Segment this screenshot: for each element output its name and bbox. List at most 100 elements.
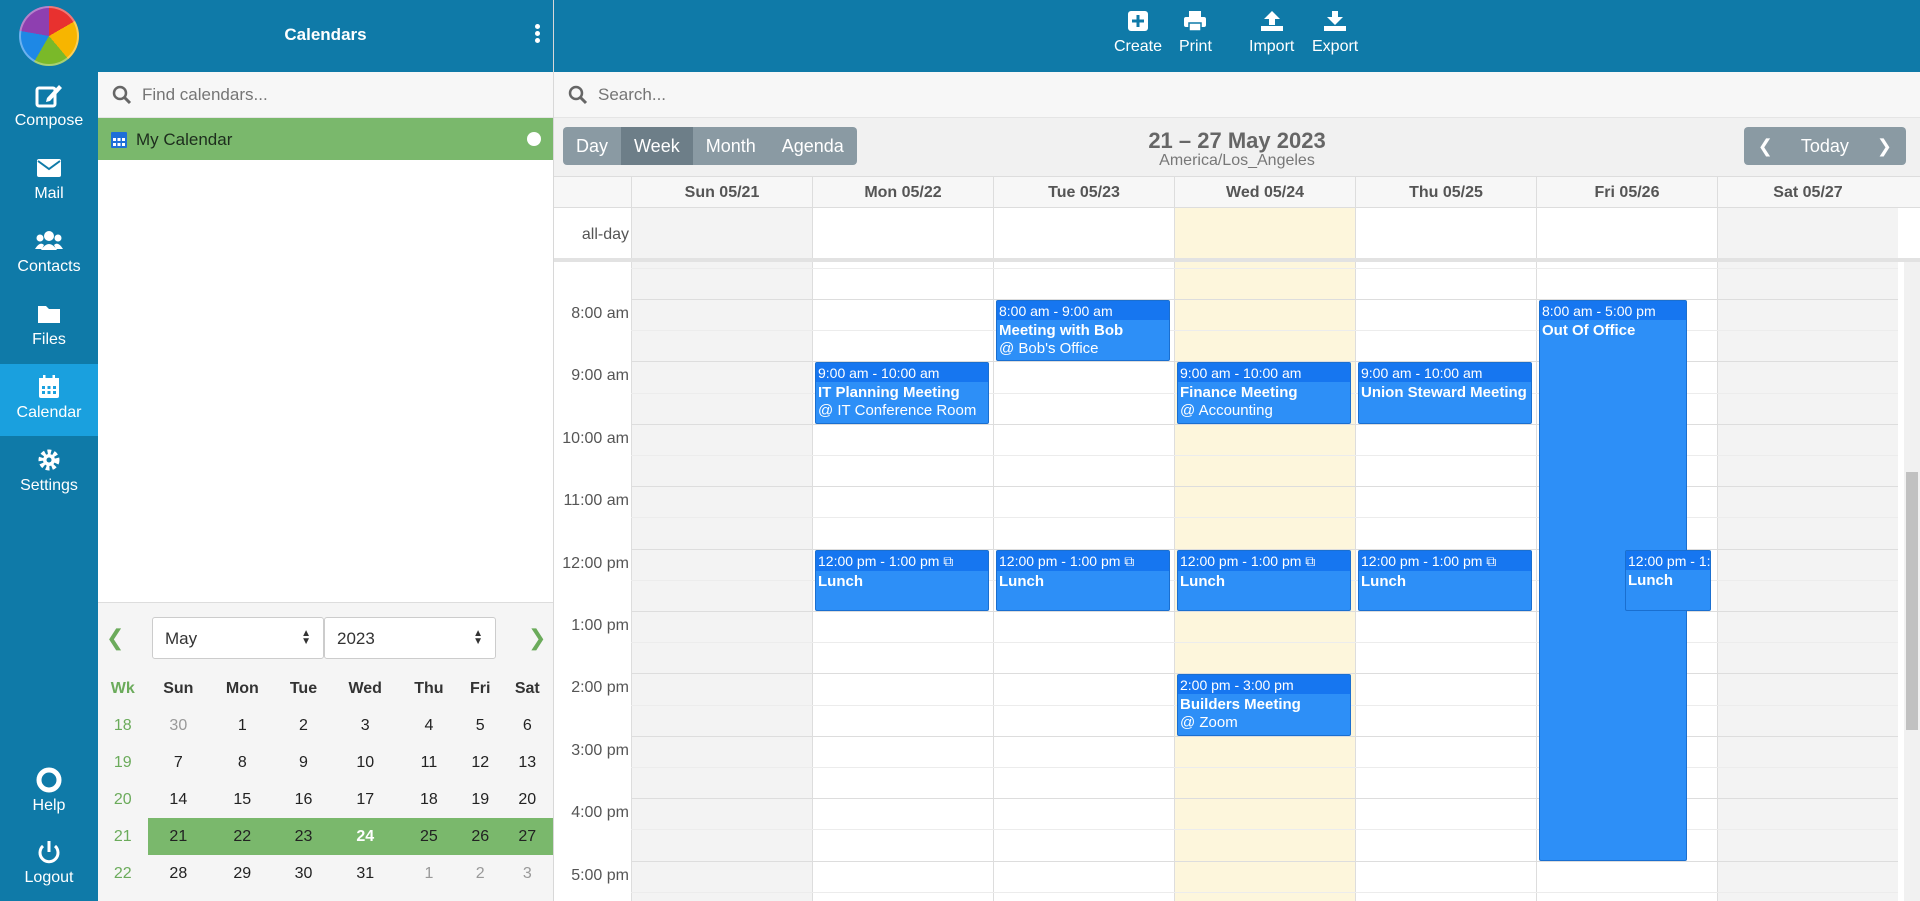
calendar-event[interactable]: 9:00 am - 10:00 am Finance Meeting @ Accou… — [1177, 362, 1351, 424]
mini-day[interactable]: 1 — [209, 707, 276, 744]
next-month-icon[interactable]: ❯ — [528, 625, 546, 651]
mini-day[interactable]: 5 — [459, 707, 502, 744]
mini-day[interactable]: 10 — [331, 744, 399, 781]
day-column[interactable] — [631, 262, 812, 901]
nav-calendar[interactable]: Calendar — [0, 364, 98, 436]
today-button[interactable]: Today — [1787, 127, 1863, 165]
grid-scrollbar[interactable] — [1904, 262, 1920, 901]
nav-mail[interactable]: Mail — [0, 145, 98, 217]
mini-day[interactable]: 31 — [331, 855, 399, 892]
mini-day[interactable]: 26 — [458, 818, 502, 855]
week-number[interactable]: 19 — [98, 744, 148, 781]
all-day-cell[interactable] — [1174, 208, 1355, 258]
mini-day[interactable]: 22 — [209, 818, 276, 855]
mini-day[interactable]: 2 — [459, 855, 502, 892]
nav-files[interactable]: Files — [0, 291, 98, 363]
mini-day[interactable]: 30 — [148, 707, 209, 744]
day-header[interactable]: Fri 05/26 — [1536, 177, 1717, 209]
all-day-cell[interactable] — [631, 208, 812, 258]
date-nav: ❮ Today ❯ — [1743, 127, 1906, 165]
mini-day[interactable]: 21 — [147, 818, 210, 855]
mini-day[interactable]: 4 — [399, 707, 459, 744]
calendar-event[interactable]: 12:00 pm - 1:00 pm ⧉ Lunch — [1358, 549, 1532, 611]
create-label: Create — [1114, 38, 1163, 55]
find-calendars-input[interactable] — [140, 80, 500, 110]
all-day-cell[interactable] — [993, 208, 1174, 258]
calendar-search — [98, 72, 553, 118]
week-number[interactable]: 20 — [98, 781, 148, 818]
calendar-event[interactable]: 9:00 am - 10:00 am Union Steward Meeting — [1358, 362, 1532, 424]
hour-line — [631, 798, 1898, 800]
mini-day[interactable]: 28 — [148, 855, 209, 892]
mini-day[interactable]: 3 — [331, 707, 399, 744]
create-button[interactable]: Create — [1114, 10, 1162, 56]
mini-day[interactable]: 1 — [399, 855, 459, 892]
mini-day[interactable]: 12 — [459, 744, 502, 781]
nav-compose[interactable]: Compose — [0, 72, 98, 144]
time-label: 9:00 am — [571, 367, 629, 385]
calendar-event[interactable]: 2:00 pm - 3:00 pm Builders Meeting @ Zoom — [1177, 674, 1351, 736]
calendar-main: Create Print Import Export Day Week Mont… — [554, 0, 1920, 901]
nav-settings[interactable]: Settings — [0, 437, 98, 509]
mini-day[interactable]: 18 — [399, 781, 459, 818]
calendar-item-my-calendar[interactable]: My Calendar — [98, 118, 553, 160]
week-number[interactable]: 18 — [98, 707, 148, 744]
export-button[interactable]: Export — [1312, 10, 1358, 56]
mini-day[interactable]: 13 — [502, 744, 553, 781]
week-number[interactable]: 21 — [98, 818, 148, 855]
mini-day[interactable]: 3 — [502, 855, 553, 892]
calendar-event[interactable]: 8:00 am - 9:00 am Meeting with Bob @ Bob's… — [996, 300, 1170, 362]
nav-contacts[interactable]: Contacts — [0, 218, 98, 290]
mini-day-today[interactable]: 24 — [331, 818, 400, 855]
mini-day[interactable]: 2 — [276, 707, 332, 744]
mini-day[interactable]: 25 — [399, 818, 459, 855]
day-column[interactable] — [1717, 262, 1898, 901]
all-day-cell[interactable] — [812, 208, 993, 258]
day-header[interactable]: Tue 05/23 — [993, 177, 1174, 209]
day-header[interactable]: Sun 05/21 — [631, 177, 812, 209]
all-day-cell[interactable] — [1717, 208, 1898, 258]
nav-logout[interactable]: Logout — [0, 829, 98, 901]
all-day-cell[interactable] — [1355, 208, 1536, 258]
mini-day[interactable]: 17 — [331, 781, 399, 818]
all-day-cell[interactable] — [1536, 208, 1717, 258]
week-number[interactable]: 22 — [98, 855, 148, 892]
day-header[interactable]: Wed 05/24 — [1174, 177, 1355, 209]
mini-day[interactable]: 23 — [275, 818, 332, 855]
month-select[interactable]: May ▲ ▼ — [152, 617, 324, 659]
prev-week-icon[interactable]: ❮ — [1744, 127, 1787, 165]
calendar-event[interactable]: 12:00 pm - 1:00 pm ⧉ Lunch — [996, 549, 1170, 611]
mini-day[interactable]: 6 — [502, 707, 553, 744]
mini-day[interactable]: 19 — [459, 781, 502, 818]
mini-day[interactable]: 20 — [502, 781, 553, 818]
time-label: 5:00 pm — [571, 866, 629, 884]
year-select[interactable]: 2023 ▲ ▼ — [324, 617, 496, 659]
prev-month-icon[interactable]: ❮ — [106, 625, 124, 651]
calendar-toggle[interactable] — [527, 132, 541, 146]
calendar-event[interactable]: 12:00 pm - 1:00 pm ⧉ Lunch — [1177, 549, 1351, 611]
import-button[interactable]: Import — [1249, 10, 1294, 56]
mini-day[interactable]: 30 — [276, 855, 332, 892]
nav-help[interactable]: Help — [0, 757, 98, 829]
mini-day[interactable]: 15 — [209, 781, 276, 818]
calendar-event[interactable]: 12:00 pm - 1:00 pm Lunch — [1625, 549, 1711, 611]
mini-day[interactable]: 29 — [209, 855, 276, 892]
app-logo[interactable] — [19, 6, 79, 66]
mini-day[interactable]: 11 — [399, 744, 459, 781]
day-header[interactable]: Mon 05/22 — [812, 177, 993, 209]
search-input[interactable] — [596, 80, 956, 110]
day-header[interactable]: Sat 05/27 — [1717, 177, 1898, 209]
next-week-icon[interactable]: ❯ — [1863, 127, 1906, 165]
mini-day[interactable]: 9 — [276, 744, 332, 781]
mini-day[interactable]: 8 — [209, 744, 276, 781]
more-options-icon[interactable] — [531, 22, 543, 50]
mini-day[interactable]: 14 — [148, 781, 209, 818]
day-header[interactable]: Thu 05/25 — [1355, 177, 1536, 209]
mini-day[interactable]: 7 — [148, 744, 209, 781]
calendar-event[interactable]: 12:00 pm - 1:00 pm ⧉ Lunch — [815, 549, 989, 611]
mini-day[interactable]: 27 — [501, 818, 553, 855]
print-button[interactable]: Print — [1179, 10, 1212, 56]
calendar-event[interactable]: 9:00 am - 10:00 am IT Planning Meeting @ I… — [815, 362, 989, 424]
scrollbar-thumb[interactable] — [1906, 472, 1918, 730]
mini-day[interactable]: 16 — [276, 781, 332, 818]
